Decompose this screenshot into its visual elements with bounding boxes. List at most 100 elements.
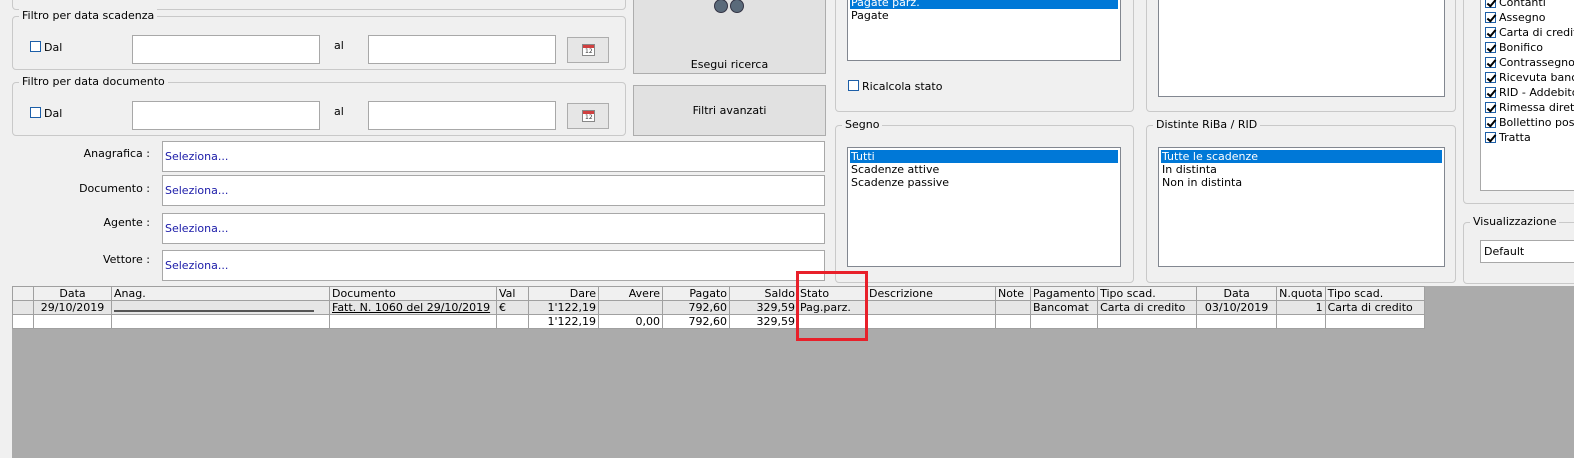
col-header-descrizione[interactable]: Descrizione — [866, 286, 996, 301]
contrassegno-checkbox[interactable] — [1485, 57, 1496, 68]
segno-item-tutti[interactable]: Tutti — [850, 150, 1118, 163]
row-header-cell — [12, 286, 34, 301]
visualizzazione-value: Default — [1484, 245, 1525, 258]
cell-anag-redacted — [111, 300, 330, 315]
dal-documento-checkbox[interactable] — [30, 107, 41, 118]
col-header-avere[interactable]: Avere — [598, 286, 663, 301]
total-cell-anag — [111, 314, 330, 329]
dal-scadenza-input[interactable] — [132, 35, 320, 64]
visualizzazione-group: Visualizzazione Default — [1463, 215, 1574, 284]
total-cell-saldo: 329,59 — [729, 314, 798, 329]
filter-documento-legend: Filtro per data documento — [19, 75, 168, 88]
esegui-ricerca-button[interactable]: Esegui ricerca — [633, 0, 826, 74]
filter-documento-group: Filtro per data documento Dal al 12 — [12, 75, 626, 136]
ricalcola-stato-label: Ricalcola stato — [862, 80, 943, 93]
visualizzazione-select[interactable]: Default — [1480, 240, 1574, 263]
results-grid[interactable]: Data Anag. Documento Val Dare Avere Paga… — [12, 286, 1574, 458]
col-header-data[interactable]: Data — [33, 286, 112, 301]
ricalcola-stato-checkbox[interactable] — [848, 80, 859, 91]
carta-checkbox[interactable] — [1485, 27, 1496, 38]
results-table: Data Anag. Documento Val Dare Avere Paga… — [12, 286, 1425, 329]
stato-item-pagate[interactable]: Pagate — [850, 9, 1118, 22]
anagrafica-field[interactable]: Seleziona... — [162, 141, 825, 172]
agente-label: Agente : — [103, 216, 150, 229]
segno-list[interactable]: Tutti Scadenze attive Scadenze passive — [847, 147, 1121, 267]
col-header-dare[interactable]: Dare — [528, 286, 599, 301]
al-scadenza-input[interactable] — [368, 35, 556, 64]
calendar-documento-button[interactable]: 12 — [567, 103, 609, 129]
segno-item-passive[interactable]: Scadenze passive — [850, 176, 1118, 189]
documento-field[interactable]: Seleziona... — [162, 175, 825, 206]
distinte-legend: Distinte RiBa / RID — [1153, 118, 1261, 131]
filtri-avanzati-button[interactable]: Filtri avanzati — [633, 85, 826, 136]
total-cell-data2 — [1196, 314, 1278, 329]
cell-data: 29/10/2019 — [33, 300, 112, 315]
stato-list[interactable]: Pagate parz. Pagate — [847, 0, 1121, 61]
distinte-list[interactable]: Tutte le scadenze In distinta Non in dis… — [1158, 147, 1445, 267]
filtri-avanzati-label: Filtri avanzati — [692, 104, 767, 117]
col-header-pagamento[interactable]: Pagamento — [1029, 286, 1099, 301]
rimessa-checkbox[interactable] — [1485, 102, 1496, 113]
esegui-ricerca-label: Esegui ricerca — [690, 58, 769, 71]
dal-documento-input[interactable] — [132, 101, 320, 130]
distinte-item-in[interactable]: In distinta — [1161, 163, 1442, 176]
row-header-cell — [12, 314, 34, 329]
distinte-group: Distinte RiBa / RID Tutte le scadenze In… — [1146, 118, 1456, 283]
binoculars-icon — [714, 0, 744, 13]
table-totals-row: 1'122,19 0,00 792,60 329,59 — [12, 314, 1425, 329]
top-right-list[interactable] — [1158, 0, 1445, 97]
ricevuta-checkbox[interactable] — [1485, 72, 1496, 83]
assegno-checkbox[interactable] — [1485, 12, 1496, 23]
table-row[interactable]: 29/10/2019 Fatt. N. 1060 del 29/10/2019 … — [12, 300, 1425, 315]
al-scadenza-label: al — [334, 39, 344, 52]
al-documento-input[interactable] — [368, 101, 556, 130]
vettore-field[interactable]: Seleziona... — [162, 250, 825, 281]
calendar-icon: 12 — [582, 44, 595, 56]
cell-pagato: 792,60 — [662, 300, 730, 315]
row-header-cell[interactable] — [12, 300, 34, 315]
cell-avere — [598, 300, 663, 315]
cell-tipo-scad2: Carta di credito — [1324, 300, 1425, 315]
total-cell-data — [33, 314, 112, 329]
vettore-label: Vettore : — [102, 253, 150, 266]
col-header-saldo[interactable]: Saldo — [729, 286, 798, 301]
col-header-pagato[interactable]: Pagato — [662, 286, 730, 301]
cell-note — [995, 300, 1031, 315]
bonifico-checkbox[interactable] — [1485, 42, 1496, 53]
col-header-tipo-scad2[interactable]: Tipo scad. — [1324, 286, 1425, 301]
col-header-nquota[interactable]: N.quota — [1276, 286, 1326, 301]
top-right-group — [1146, 0, 1456, 112]
distinte-item-non[interactable]: Non in distinta — [1161, 176, 1442, 189]
contanti-checkbox[interactable] — [1485, 0, 1496, 8]
anagrafica-label: Anagrafica : — [83, 147, 150, 160]
filter-scadenza-legend: Filtro per data scadenza — [19, 9, 158, 22]
segno-group: Segno Tutti Scadenze attive Scadenze pas… — [835, 118, 1134, 283]
col-header-anag[interactable]: Anag. — [111, 286, 330, 301]
total-cell-nquota — [1276, 314, 1326, 329]
total-cell-descrizione — [866, 314, 996, 329]
stato-item-pagate-parz[interactable]: Pagate parz. — [850, 0, 1118, 9]
stato-highlight-box — [796, 271, 868, 341]
cell-documento[interactable]: Fatt. N. 1060 del 29/10/2019 — [329, 300, 497, 315]
filter-scadenza-group: Filtro per data scadenza Dal al 12 — [12, 9, 626, 70]
bollettino-checkbox[interactable] — [1485, 117, 1496, 128]
dal-scadenza-label: Dal — [44, 41, 63, 54]
agente-field[interactable]: Seleziona... — [162, 213, 825, 244]
dal-scadenza-checkbox[interactable] — [30, 41, 41, 52]
distinte-item-tutte[interactable]: Tutte le scadenze — [1161, 150, 1442, 163]
col-header-documento[interactable]: Documento — [329, 286, 497, 301]
segno-item-attive[interactable]: Scadenze attive — [850, 163, 1118, 176]
col-header-note[interactable]: Note — [995, 286, 1031, 301]
documento-label: Documento : — [79, 182, 150, 195]
pagamenti-list[interactable]: Contanti Assegno Carta di credito Bonifi… — [1480, 0, 1574, 191]
col-header-tipo-scad[interactable]: Tipo scad. — [1097, 286, 1198, 301]
calendar-scadenza-button[interactable]: 12 — [567, 37, 609, 63]
col-header-val[interactable]: Val — [496, 286, 529, 301]
tratta-checkbox[interactable] — [1485, 132, 1496, 143]
visualizzazione-legend: Visualizzazione — [1470, 215, 1560, 228]
total-cell-tipo-scad — [1097, 314, 1198, 329]
calendar-icon: 12 — [582, 110, 595, 122]
rid-checkbox[interactable] — [1485, 87, 1496, 98]
col-header-data2[interactable]: Data — [1196, 286, 1278, 301]
cell-tipo-scad: Carta di credito — [1097, 300, 1198, 315]
